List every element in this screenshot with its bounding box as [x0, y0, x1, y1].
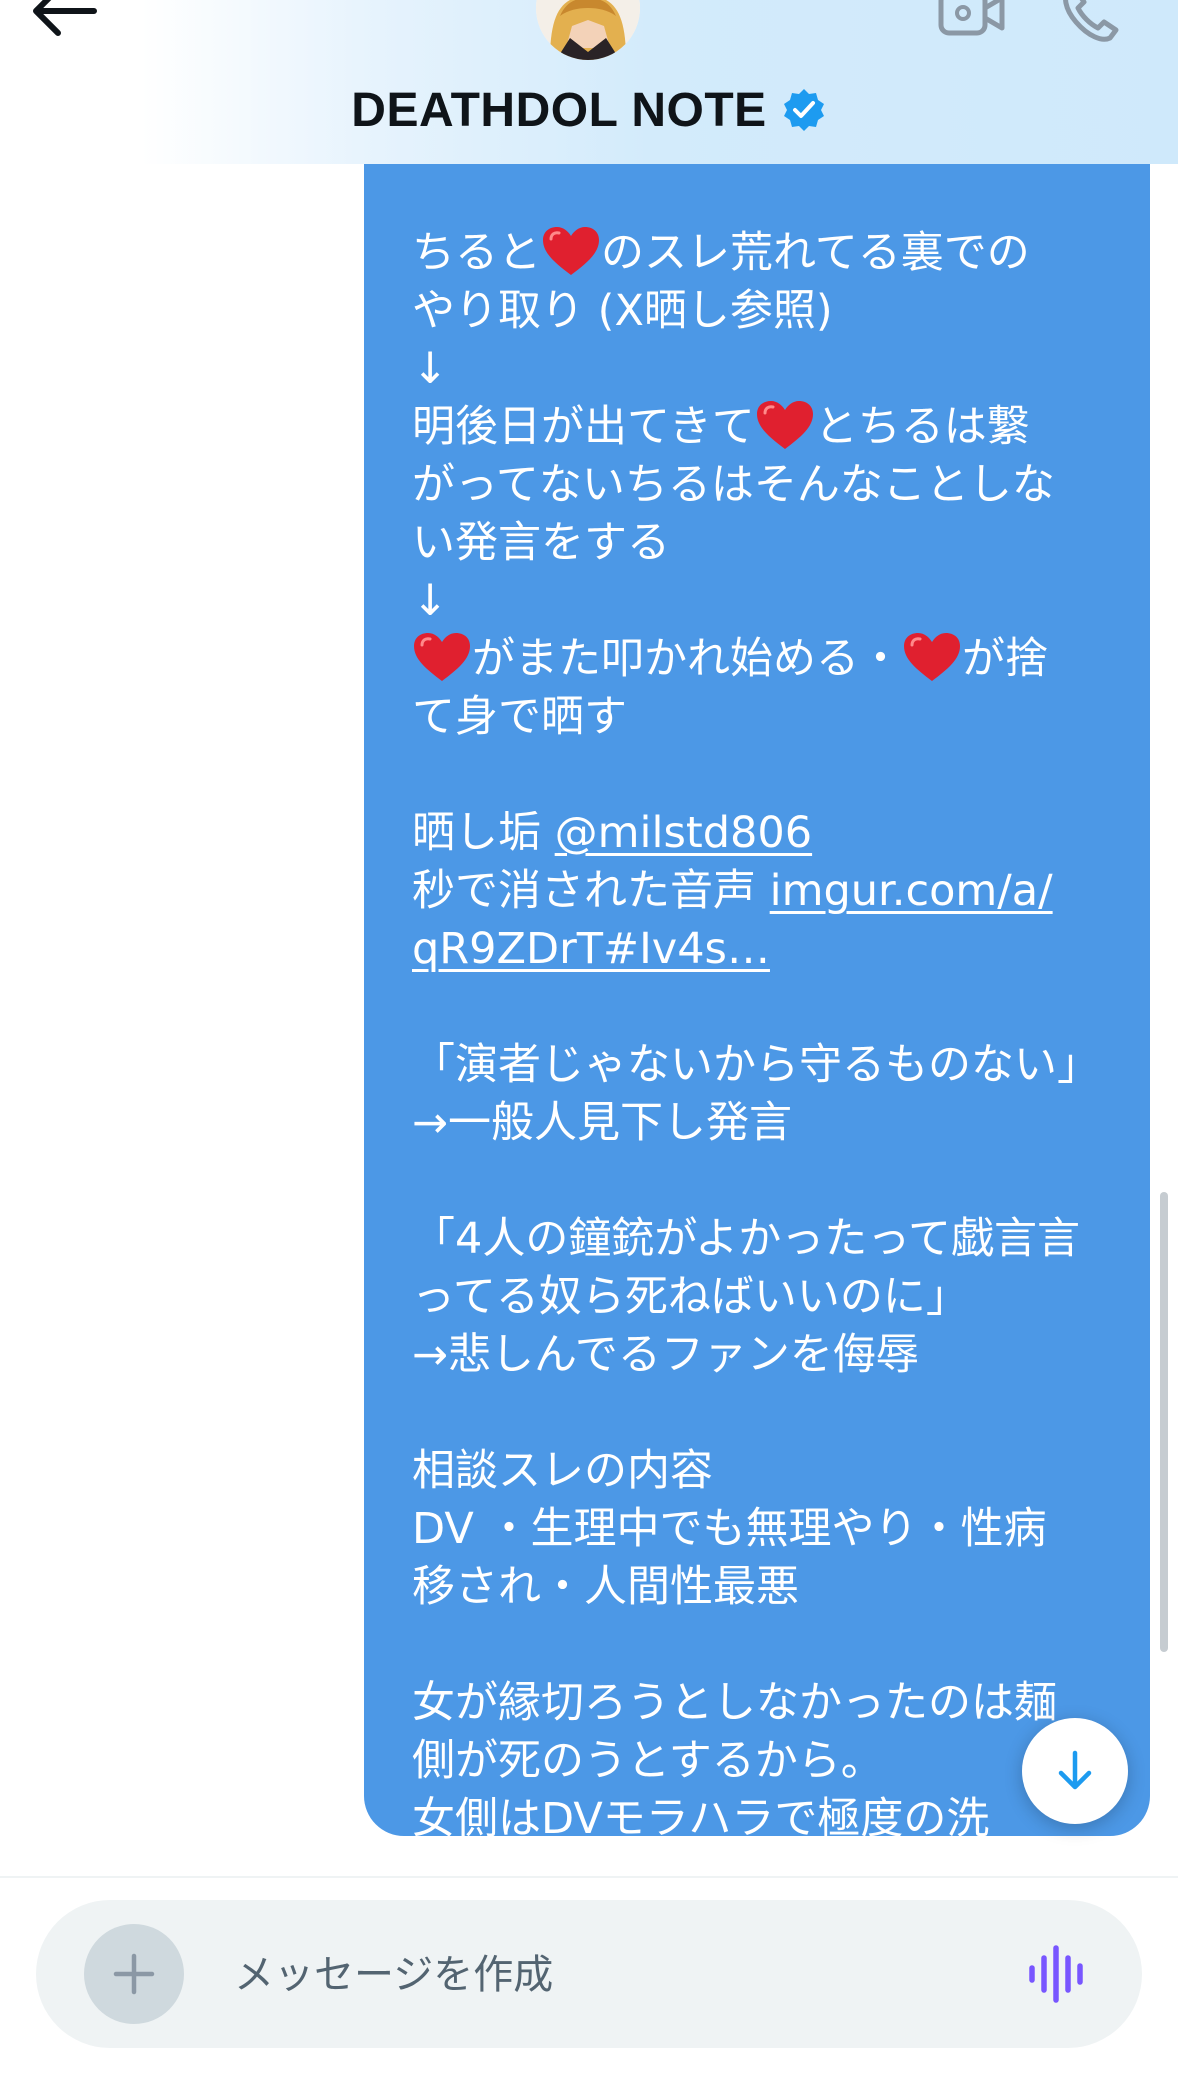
- verified-badge-icon: [783, 89, 824, 131]
- message-line: やり取り (X晒し参照): [412, 282, 1110, 340]
- message-text-segment: 女が縁切ろうとしなかったのは麺: [412, 1678, 1057, 1728]
- message-line: 明後日が出てきて とちるは繋: [412, 398, 1110, 456]
- conversation-messages[interactable]: ちると のスレ荒れてる裏でのやり取り (X晒し参照) ↓ 明後日が出てきて とちるは繋が…: [0, 164, 1178, 1876]
- avatar[interactable]: [536, 0, 640, 60]
- message-text-segment: ちると: [412, 228, 541, 278]
- message-text-segment: 移され・人間性最悪: [412, 1562, 799, 1612]
- message-line: ↓: [412, 340, 1110, 398]
- message-text-segment: 側が死のうとするから。: [412, 1736, 884, 1786]
- message-line: がってないちるはそんなことしな: [412, 456, 1110, 514]
- message-line: 側が死のうとするから。: [412, 1732, 1110, 1790]
- message-text-segment: がまた叩かれ始める・: [472, 634, 902, 684]
- message-line: [412, 746, 1110, 804]
- scrollbar[interactable]: [1160, 1192, 1168, 1652]
- message-line: [412, 1616, 1110, 1674]
- scroll-to-bottom-button[interactable]: [1022, 1718, 1128, 1824]
- red-heart-icon: [414, 633, 470, 681]
- message-text-segment: て身で晒す: [412, 692, 627, 742]
- message-text-segment: 晒し垢: [412, 808, 555, 858]
- message-line: 秒で消された音声 imgur.com/a/: [412, 862, 1110, 920]
- message-link[interactable]: qR9ZDrT#Iv4s…: [412, 924, 770, 974]
- voice-waveform-icon[interactable]: [1026, 1944, 1090, 2004]
- message-text-segment: 秒で消された音声: [412, 866, 770, 916]
- compose-bar: [0, 1876, 1178, 2097]
- message-line: [412, 978, 1110, 1036]
- message-line: 女が縁切ろうとしなかったのは麺: [412, 1674, 1110, 1732]
- message-line: →一般人見下し発言: [412, 1094, 1110, 1152]
- message-line: て身で晒す: [412, 688, 1110, 746]
- message-text: ちると のスレ荒れてる裏でのやり取り (X晒し参照) ↓ 明後日が出てきて とちるは繋が…: [412, 224, 1110, 1876]
- message-line: [412, 1384, 1110, 1442]
- message-text-segment: のスレ荒れてる裏での: [601, 228, 1030, 278]
- message-line: ってる奴ら死ねばいいのに」: [412, 1268, 1110, 1326]
- conversation-title-row[interactable]: DEATHDOL NOTE: [0, 80, 1178, 140]
- message-line: 状態で自責思考: [412, 1848, 1110, 1876]
- message-text-segment: ↓: [412, 344, 449, 394]
- message-line: がまた叩かれ始める・ が捨: [412, 630, 1110, 688]
- video-camera-icon[interactable]: [938, 0, 1006, 40]
- message-text-segment: がってないちるはそんなことしな: [412, 460, 1055, 510]
- message-text-segment: が捨: [962, 634, 1048, 684]
- message-input[interactable]: [232, 1934, 996, 2016]
- message-line: 相談スレの内容: [412, 1442, 1110, 1500]
- message-text-segment: ↓: [412, 576, 449, 626]
- message-text-segment: 女側はDVモラハラで極度の洗: [412, 1794, 990, 1844]
- message-text-segment: →一般人見下し発言: [412, 1098, 793, 1148]
- message-line: 「演者じゃないから守るものない」: [412, 1036, 1110, 1094]
- message-line: qR9ZDrT#Iv4s…: [412, 920, 1110, 978]
- message-line: 「4人の鐘銃がよかったって戯言言: [412, 1210, 1110, 1268]
- message-line: い発言をする: [412, 514, 1110, 572]
- message-text-segment: 「4人の鐘銃がよかったって戯言言: [412, 1214, 1081, 1264]
- message-line: [412, 1152, 1110, 1210]
- arrow-left-icon[interactable]: [28, 0, 98, 36]
- message-link[interactable]: @milstd806: [555, 808, 812, 858]
- conversation-header: DEATHDOL NOTE: [0, 0, 1178, 164]
- page-title: DEATHDOL NOTE: [351, 83, 767, 137]
- arrow-down-icon: [1058, 1750, 1092, 1790]
- plus-icon: [113, 1953, 155, 1995]
- red-heart-icon: [543, 227, 599, 275]
- message-text-segment: ってる奴ら死ねばいいのに」: [412, 1272, 969, 1322]
- message-line: DV ・生理中でも無理やり・性病: [412, 1500, 1110, 1558]
- message-text-segment: やり取り (X晒し参照): [412, 286, 833, 336]
- message-text-segment: 状態で自責思考: [412, 1852, 713, 1876]
- message-line: 晒し垢 @milstd806: [412, 804, 1110, 862]
- message-link[interactable]: imgur.com/a/: [770, 866, 1053, 916]
- red-heart-icon: [756, 401, 813, 449]
- message-text-segment: い発言をする: [412, 518, 670, 568]
- message-line: →悲しんでるファンを侮辱: [412, 1326, 1110, 1384]
- message-text-segment: DV ・生理中でも無理やり・性病: [412, 1504, 1047, 1554]
- message-line: ちると のスレ荒れてる裏での: [412, 224, 1110, 282]
- message-line: ↓: [412, 572, 1110, 630]
- message-text-segment: →悲しんでるファンを侮辱: [412, 1330, 919, 1380]
- red-heart-icon: [904, 633, 960, 681]
- add-media-button[interactable]: [84, 1924, 184, 2024]
- message-text-segment: とちるは繋: [814, 402, 1030, 452]
- avatar-image: [536, 0, 640, 60]
- message-text-segment: 「演者じゃないから守るものない」: [412, 1040, 1100, 1090]
- phone-icon[interactable]: [1060, 0, 1122, 46]
- message-line: 女側はDVモラハラで極度の洗: [412, 1790, 1110, 1848]
- compose-box: [36, 1900, 1142, 2048]
- message-line: 移され・人間性最悪: [412, 1558, 1110, 1616]
- message-bubble[interactable]: ちると のスレ荒れてる裏でのやり取り (X晒し参照) ↓ 明後日が出てきて とちるは繋が…: [364, 164, 1150, 1876]
- message-text-segment: 相談スレの内容: [412, 1446, 713, 1496]
- message-text-segment: 明後日が出てきて: [412, 402, 755, 452]
